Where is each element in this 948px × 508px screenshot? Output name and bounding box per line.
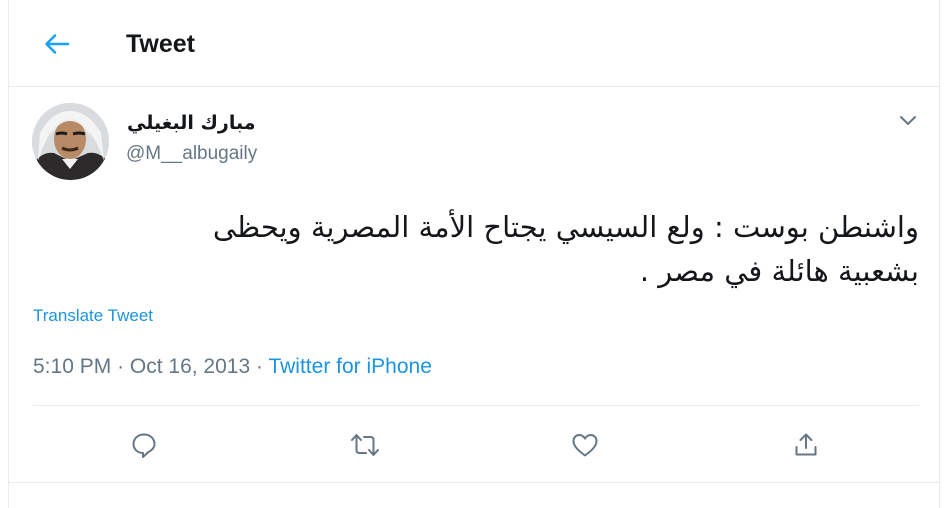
share-icon [795, 433, 817, 456]
tweet-text: واشنطن بوست : ولع السيسي يجتاح الأمة الم… [57, 205, 919, 293]
meta-separator: · [117, 355, 125, 378]
tweet-source-link[interactable]: Twitter for iPhone [268, 355, 431, 378]
tweet-text-line: بشعبية هائلة في مصر . [639, 254, 919, 288]
retweet-button[interactable] [347, 427, 383, 463]
page-title: Tweet [126, 30, 195, 58]
like-button[interactable] [567, 427, 603, 463]
arrow-left-icon [45, 34, 70, 54]
divider [33, 405, 919, 406]
back-button[interactable] [39, 28, 75, 60]
author-handle[interactable]: @M__albugaily [126, 143, 257, 165]
share-button[interactable] [788, 427, 824, 463]
profile-photo [32, 103, 109, 180]
reply-button[interactable] [126, 427, 162, 463]
divider [9, 482, 939, 483]
author-name[interactable]: مبارك البغيلي [127, 112, 255, 134]
reply-icon [132, 433, 156, 458]
tweet-meta: 5:10 PM · Oct 16, 2013 · Twitter for iPh… [33, 355, 432, 379]
avatar[interactable] [32, 103, 109, 180]
meta-separator: · [256, 355, 263, 378]
retweet-icon [351, 434, 379, 456]
tweet-time[interactable]: 5:10 PM [33, 355, 111, 378]
tweet-page: Tweet مبارك البغيلي @M__albugaily واشنطن… [8, 0, 940, 508]
chevron-down-icon [900, 116, 916, 125]
heart-icon [572, 434, 598, 457]
more-options-button[interactable] [895, 110, 921, 132]
tweet-text-line: واشنطن بوست : ولع السيسي يجتاح الأمة الم… [212, 210, 919, 244]
page-header: Tweet [9, 0, 939, 87]
tweet-date[interactable]: Oct 16, 2013 [130, 355, 250, 378]
translate-tweet-link[interactable]: Translate Tweet [33, 306, 153, 326]
